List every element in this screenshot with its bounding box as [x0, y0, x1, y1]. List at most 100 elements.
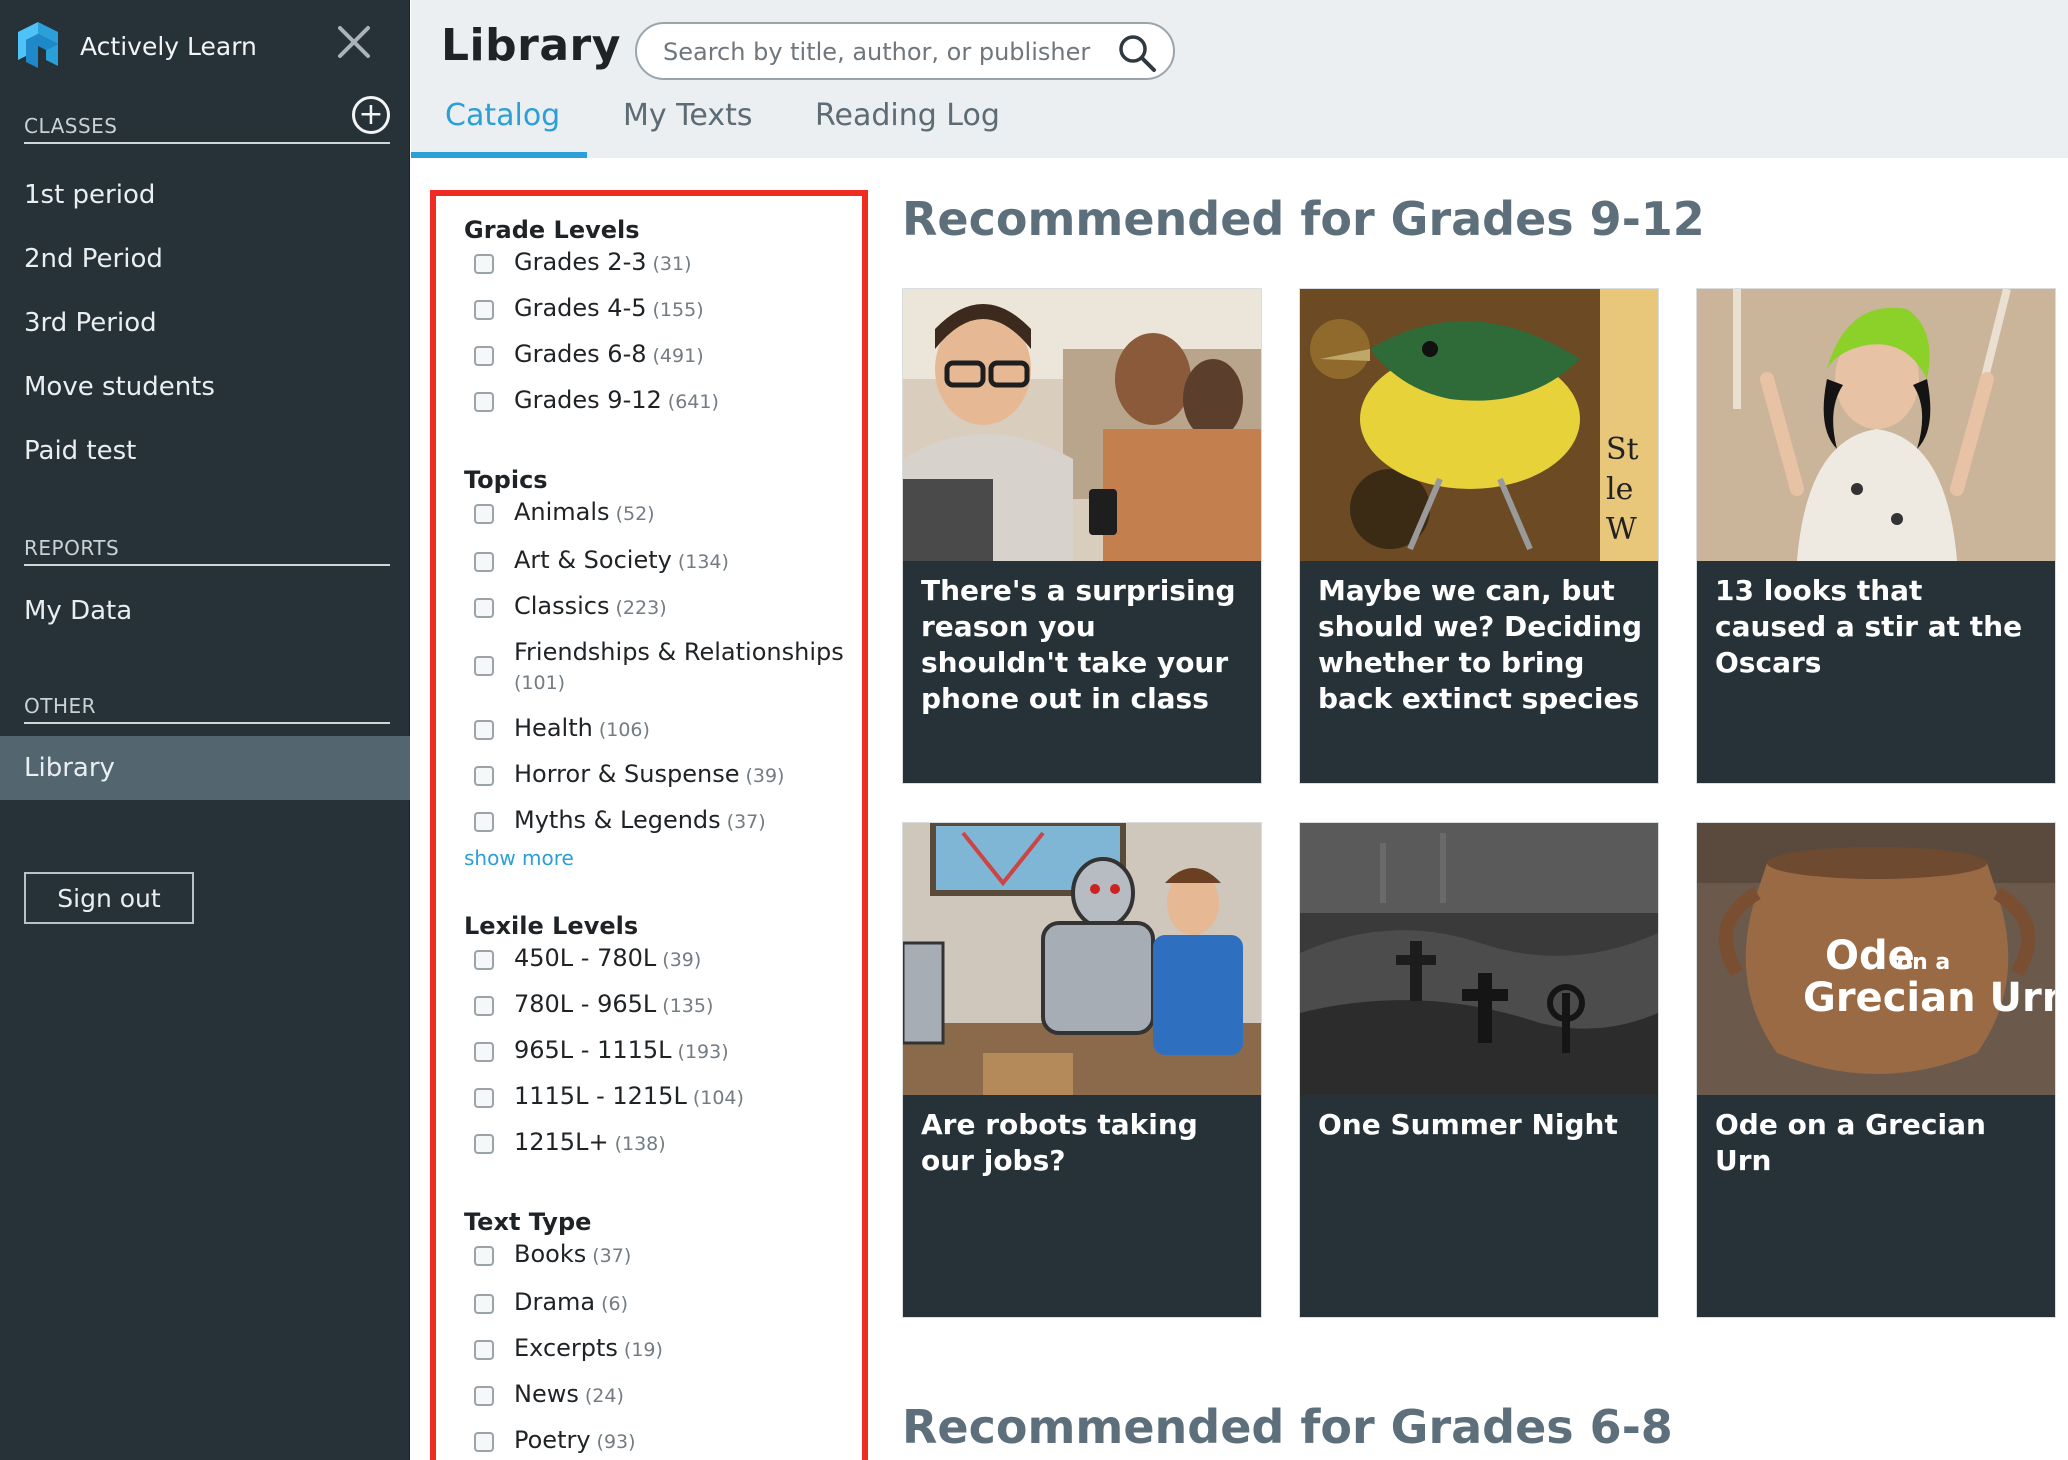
- checkbox[interactable]: [474, 656, 494, 676]
- sidebar-item-my-data[interactable]: My Data: [0, 580, 410, 642]
- option-label: Art & Society: [514, 546, 672, 574]
- classes-section-header: CLASSES +: [24, 96, 390, 144]
- search-icon[interactable]: [1115, 31, 1159, 75]
- sidebar-item-paid-test[interactable]: Paid test: [0, 420, 410, 482]
- sign-out-button[interactable]: Sign out: [24, 872, 194, 924]
- option-label: Myths & Legends: [514, 806, 721, 834]
- option-count: (37): [592, 1245, 632, 1267]
- search-input[interactable]: [663, 34, 1103, 70]
- checkbox[interactable]: [474, 812, 494, 832]
- classes-label: CLASSES: [24, 114, 118, 138]
- option-count: (101): [514, 672, 566, 694]
- filter-option-grades-9-12[interactable]: Grades 9-12 (641): [464, 384, 854, 418]
- text-card-title: There's a surprising reason you shouldn'…: [921, 574, 1236, 715]
- option-label: 1115L - 1215L: [514, 1082, 687, 1110]
- option-label: Books: [514, 1240, 587, 1268]
- checkbox[interactable]: [474, 1340, 494, 1360]
- text-card[interactable]: One Summer Night: [1299, 822, 1659, 1318]
- text-card[interactable]: Ode on a Grecian Urn Ode on a Grecian Ur…: [1696, 822, 2056, 1318]
- option-label: Grades 2-3: [514, 248, 647, 276]
- page-title: Library: [441, 20, 621, 71]
- text-card[interactable]: Are robots taking our jobs?: [902, 822, 1262, 1318]
- sidebar-item-2nd-period[interactable]: 2nd Period: [0, 228, 410, 290]
- checkbox[interactable]: [474, 1246, 494, 1266]
- svg-text:St: St: [1606, 432, 1639, 467]
- option-count: (155): [652, 299, 704, 321]
- sidebar-item-library[interactable]: Library: [0, 736, 410, 800]
- option-label: 965L - 1115L: [514, 1036, 672, 1064]
- checkbox[interactable]: [474, 1294, 494, 1314]
- filter-option-drama[interactable]: Drama (6): [464, 1286, 854, 1320]
- search-box[interactable]: [635, 22, 1175, 80]
- filter-option-horror-suspense[interactable]: Horror & Suspense (39): [464, 758, 854, 792]
- filter-option-450l-780l[interactable]: 450L - 780L (39): [464, 942, 854, 976]
- filter-option-grades-6-8[interactable]: Grades 6-8 (491): [464, 338, 854, 372]
- tab-my-texts[interactable]: My Texts: [623, 98, 752, 158]
- checkbox[interactable]: [474, 1042, 494, 1062]
- filter-option-poetry[interactable]: Poetry (93): [464, 1424, 854, 1458]
- filter-option-friendships-relationships[interactable]: Friendships & Relationships (101): [464, 636, 854, 696]
- sidebar-item-3rd-period[interactable]: 3rd Period: [0, 292, 410, 354]
- filter-option-animals[interactable]: Animals (52): [464, 496, 854, 530]
- reports-label: REPORTS: [24, 536, 120, 560]
- checkbox[interactable]: [474, 598, 494, 618]
- checkbox[interactable]: [474, 1088, 494, 1108]
- checkbox[interactable]: [474, 1134, 494, 1154]
- checkbox[interactable]: [474, 1386, 494, 1406]
- option-count: (193): [677, 1041, 729, 1063]
- checkbox[interactable]: [474, 950, 494, 970]
- sidebar: Actively Learn CLASSES + 1st period 2nd …: [0, 0, 410, 1460]
- checkbox[interactable]: [474, 504, 494, 524]
- option-count: (24): [584, 1385, 624, 1407]
- filter-option-1115l-1215l[interactable]: 1115L - 1215L (104): [464, 1080, 854, 1114]
- filter-option-780l-965l[interactable]: 780L - 965L (135): [464, 988, 854, 1022]
- filter-option-health[interactable]: Health (106): [464, 712, 854, 746]
- sidebar-item-1st-period[interactable]: 1st period: [0, 164, 410, 226]
- lexile-levels-filter: Lexile Levels 450L - 780L (39) 780L - 965…: [464, 912, 854, 1156]
- other-section-header: OTHER: [24, 686, 390, 724]
- option-label: Health: [514, 714, 593, 742]
- option-label: Friendships & Relationships: [514, 638, 844, 666]
- option-count: (37): [726, 811, 766, 833]
- filter-option-classics[interactable]: Classics (223): [464, 590, 854, 624]
- checkbox[interactable]: [474, 996, 494, 1016]
- option-count: (641): [667, 391, 719, 413]
- option-count: (106): [598, 719, 650, 741]
- filter-option-myths-legends[interactable]: Myths & Legends (37): [464, 804, 854, 838]
- checkbox[interactable]: [474, 392, 494, 412]
- filter-option-grades-2-3[interactable]: Grades 2-3 (31): [464, 246, 854, 280]
- close-icon[interactable]: [334, 22, 374, 62]
- urn-caption-grecian-urn: Grecian Urn: [1803, 975, 2055, 1021]
- checkbox[interactable]: [474, 766, 494, 786]
- text-card[interactable]: 13 looks that caused a stir at the Oscar…: [1696, 288, 2056, 784]
- filter-option-excerpts[interactable]: Excerpts (19): [464, 1332, 854, 1366]
- checkbox[interactable]: [474, 346, 494, 366]
- show-more-topics-link[interactable]: show more: [464, 846, 574, 870]
- filter-option-965l-1115l[interactable]: 965L - 1115L (193): [464, 1034, 854, 1068]
- checkbox[interactable]: [474, 254, 494, 274]
- checkbox[interactable]: [474, 300, 494, 320]
- active-tab-indicator: [411, 152, 587, 158]
- brand[interactable]: Actively Learn: [18, 20, 257, 72]
- checkbox[interactable]: [474, 720, 494, 740]
- tab-reading-log[interactable]: Reading Log: [815, 98, 1000, 158]
- option-count: (93): [596, 1431, 636, 1453]
- tab-catalog[interactable]: Catalog: [445, 98, 560, 158]
- add-class-icon[interactable]: +: [352, 96, 390, 134]
- filter-option-art-society[interactable]: Art & Society (134): [464, 544, 854, 578]
- filter-option-books[interactable]: Books (37): [464, 1238, 854, 1272]
- option-count: (104): [692, 1087, 744, 1109]
- filter-option-grades-4-5[interactable]: Grades 4-5 (155): [464, 292, 854, 326]
- sidebar-item-move-students[interactable]: Move students: [0, 356, 410, 418]
- checkbox[interactable]: [474, 552, 494, 572]
- text-card[interactable]: There's a surprising reason you shouldn'…: [902, 288, 1262, 784]
- recommended-grades-9-12-heading: Recommended for Grades 9-12: [902, 192, 1705, 246]
- text-card-title: Maybe we can, but should we? Deciding wh…: [1318, 574, 1643, 715]
- option-count: (52): [615, 503, 655, 525]
- filter-option-news[interactable]: News (24): [464, 1378, 854, 1412]
- text-card[interactable]: St le W Maybe we can, but should we? Dec…: [1299, 288, 1659, 784]
- option-count: (138): [614, 1133, 666, 1155]
- robot-and-worker-image: [903, 823, 1261, 1095]
- checkbox[interactable]: [474, 1432, 494, 1452]
- filter-option-1215l-plus[interactable]: 1215L+ (138): [464, 1126, 854, 1160]
